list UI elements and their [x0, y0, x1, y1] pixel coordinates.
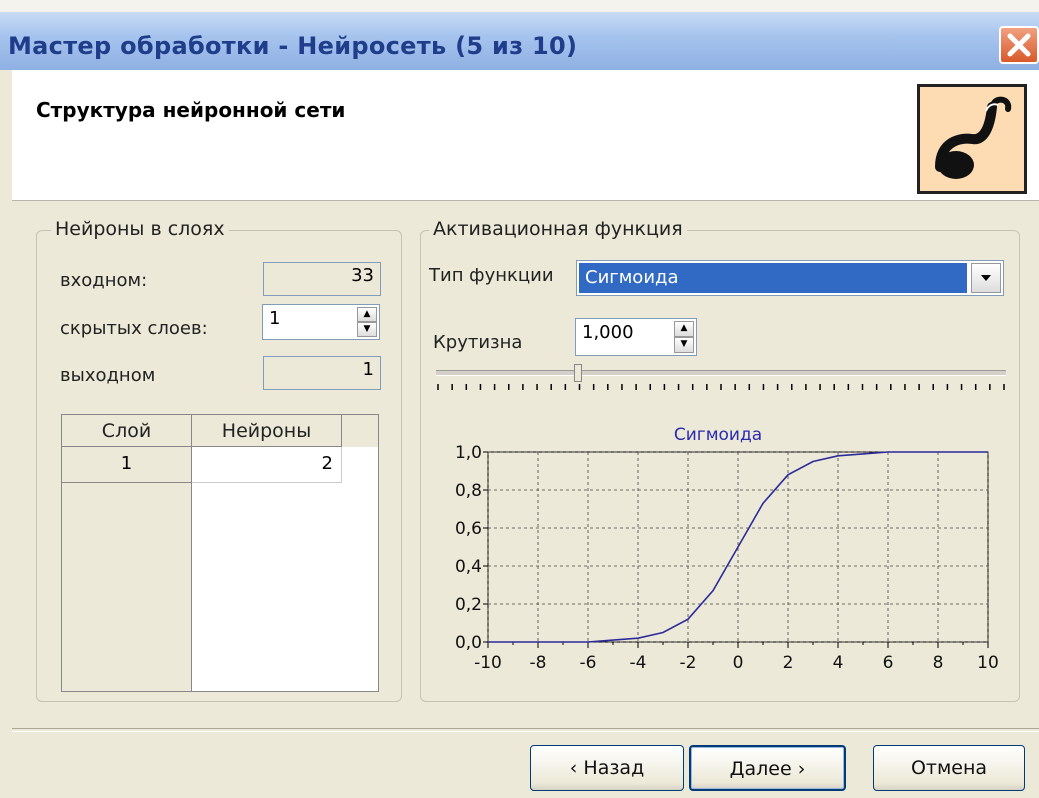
- back-button[interactable]: ‹ Назад: [530, 745, 684, 791]
- close-icon: [1007, 33, 1031, 57]
- x-tick-label: 8: [933, 653, 944, 673]
- y-tick-label: 0,8: [455, 481, 482, 501]
- function-type-value: Сигмоида: [579, 263, 967, 293]
- y-tick-label: 0,4: [455, 557, 482, 577]
- close-button[interactable]: [999, 26, 1039, 64]
- activation-group-title: Активационная функция: [429, 218, 687, 240]
- layer-column: [62, 447, 192, 691]
- window-title: Мастер обработки - Нейросеть (5 из 10): [8, 32, 578, 60]
- sigmoid-chart: Сигмоида -10 -8 -6 -4 -2 0 2 4 6 8 10 0,0 0,2 0,4 0,6 0,…: [436, 420, 1006, 700]
- neural-logo: [917, 84, 1027, 194]
- sigmoid-curve: [488, 451, 988, 643]
- x-tick-label: -4: [630, 653, 647, 673]
- steepness-value: 1,000: [582, 322, 634, 343]
- x-tick-label: 2: [783, 653, 794, 673]
- layers-table[interactable]: Слой Нейроны 1 2: [61, 414, 379, 692]
- footer-separator: [12, 728, 1039, 732]
- spin-down-icon[interactable]: ▼: [357, 322, 377, 337]
- y-tick-label: 0,0: [455, 633, 482, 653]
- slider-thumb[interactable]: [574, 364, 582, 382]
- input-layer-field: 33: [263, 262, 381, 296]
- slider-track: [436, 370, 1006, 376]
- spin-up-icon[interactable]: ▲: [357, 307, 377, 322]
- wizard-header: Структура нейронной сети: [12, 70, 1039, 201]
- output-layer-field: 1: [263, 356, 381, 390]
- table-row[interactable]: 1 2: [62, 447, 342, 483]
- table-body: [192, 447, 378, 691]
- y-tick-label: 1,0: [455, 443, 482, 463]
- y-tick-label: 0,2: [455, 595, 482, 615]
- hidden-layers-spinner[interactable]: 1 ▲ ▼: [262, 304, 380, 340]
- hidden-layers-value: 1: [269, 308, 281, 329]
- slider-ticks: [437, 384, 1005, 390]
- x-tick-label: -2: [680, 653, 697, 673]
- output-layer-label: выходном: [60, 365, 156, 386]
- hidden-layers-label: скрытых слоев:: [60, 318, 208, 339]
- steepness-label: Крутизна: [433, 332, 523, 353]
- next-button[interactable]: Далее ›: [689, 745, 846, 791]
- steepness-spinner[interactable]: 1,000 ▲ ▼: [575, 318, 697, 356]
- title-bar: Мастер обработки - Нейросеть (5 из 10): [0, 12, 1039, 70]
- cell-layer: 1: [62, 447, 192, 483]
- input-layer-label: входном:: [60, 270, 148, 291]
- x-tick-label: -8: [530, 653, 547, 673]
- function-type-label: Тип функции: [429, 265, 554, 286]
- chart-title: Сигмоида: [674, 425, 762, 445]
- steepness-slider[interactable]: [436, 362, 1006, 396]
- sigmoid-logo-icon: [935, 96, 1012, 179]
- spin-up-icon[interactable]: ▲: [674, 321, 694, 337]
- spin-down-icon[interactable]: ▼: [674, 337, 694, 353]
- x-tick-label: 6: [883, 653, 894, 673]
- column-header-layer[interactable]: Слой: [62, 415, 192, 447]
- x-tick-label: 4: [833, 653, 844, 673]
- chevron-down-icon: [981, 275, 991, 281]
- cancel-button[interactable]: Отмена: [873, 745, 1025, 791]
- x-tick-label: 0: [733, 653, 744, 673]
- x-tick-label: 10: [977, 653, 999, 673]
- chart-svg: Сигмоида -10 -8 -6 -4 -2 0 2 4 6 8 10 0,0 0,2 0,4 0,6 0,…: [455, 425, 999, 673]
- y-tick-label: 0,6: [455, 519, 482, 539]
- function-type-select[interactable]: Сигмоида: [576, 260, 1004, 296]
- x-tick-label: -10: [474, 653, 502, 673]
- cell-neurons[interactable]: 2: [192, 447, 342, 483]
- x-tick-label: -6: [580, 653, 597, 673]
- neurons-group-title: Нейроны в слоях: [51, 218, 229, 240]
- column-header-neurons[interactable]: Нейроны: [192, 415, 342, 447]
- page-title: Структура нейронной сети: [36, 98, 346, 122]
- dropdown-button[interactable]: [971, 263, 1001, 293]
